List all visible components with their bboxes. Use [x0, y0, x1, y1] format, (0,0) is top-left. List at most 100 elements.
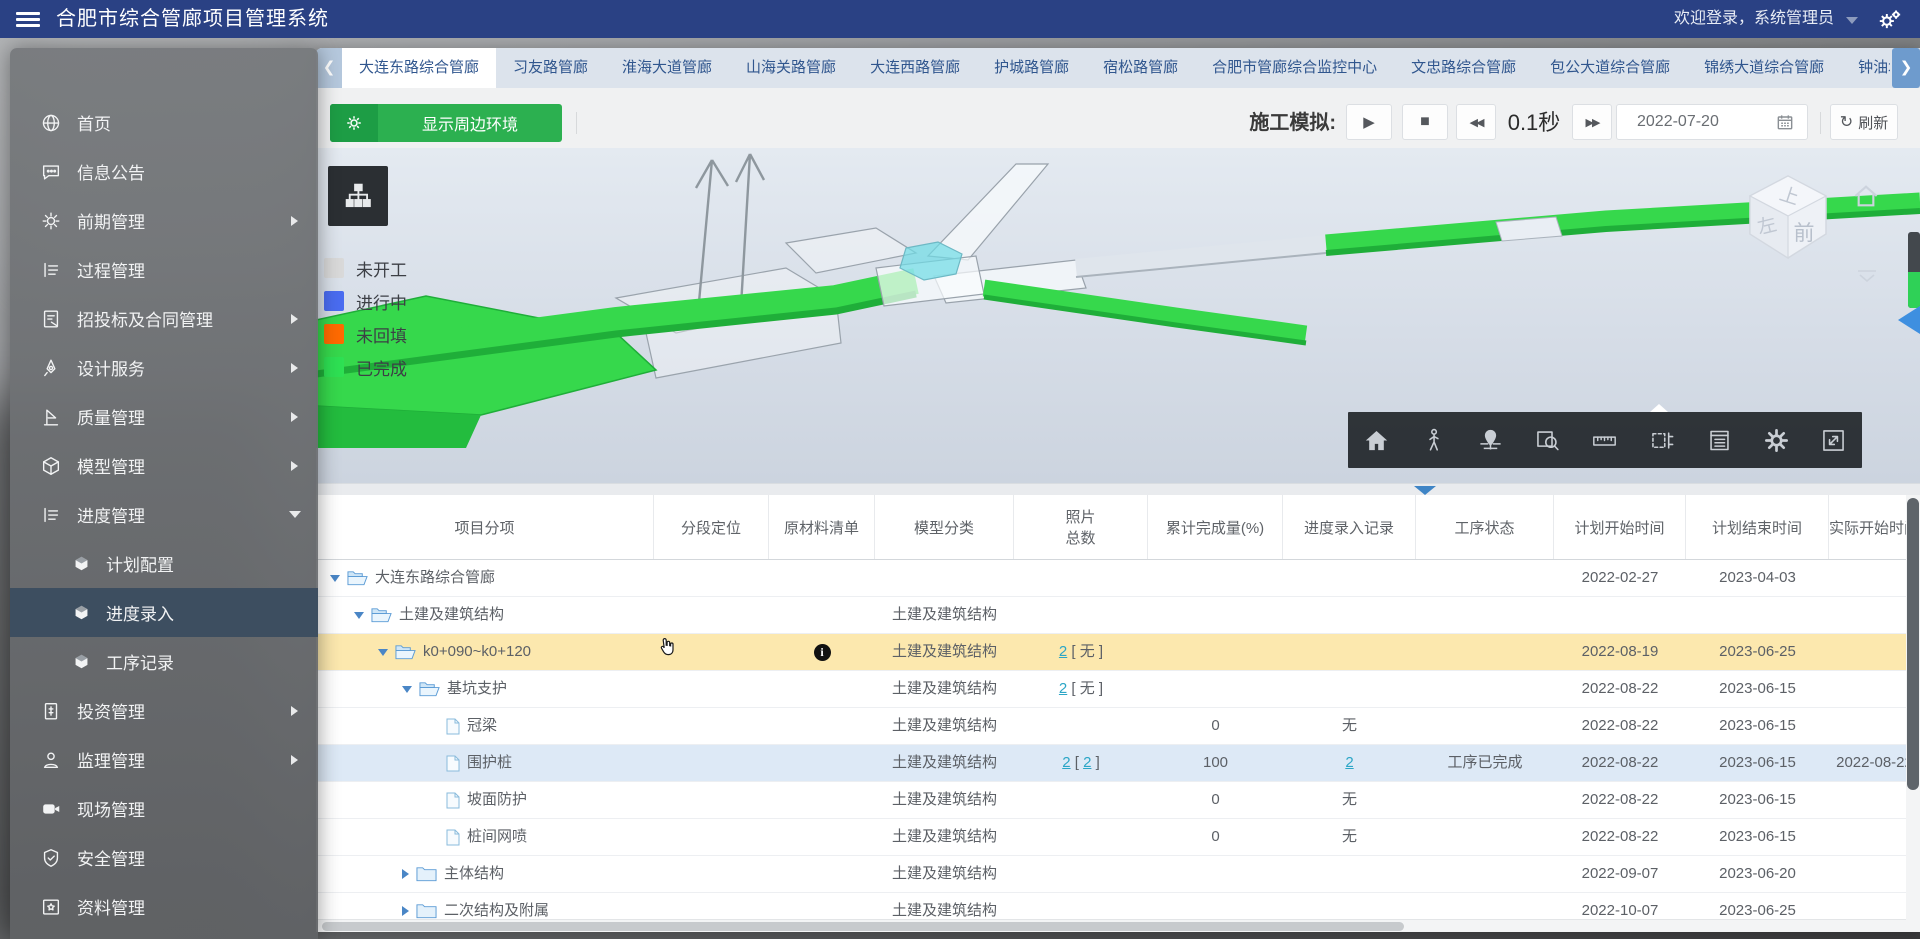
tabs-scroll-left-icon[interactable]: ❮: [316, 48, 342, 88]
records-link[interactable]: 2: [1345, 754, 1353, 771]
sidebar-subitem-进度录入[interactable]: 进度录入: [10, 588, 318, 637]
tab-宿松路管廊[interactable]: 宿松路管廊: [1086, 48, 1195, 88]
tab-文忠路综合管廊[interactable]: 文忠路综合管廊: [1394, 48, 1533, 88]
table-horizontal-scrollbar[interactable]: [316, 919, 1906, 932]
panel-list-icon[interactable]: [1706, 427, 1733, 454]
sidebar-item-现场管理[interactable]: 现场管理: [10, 784, 318, 833]
view-cube[interactable]: 上 左 前: [1738, 170, 1838, 270]
home-icon[interactable]: [1363, 427, 1390, 454]
table-row-围护桩[interactable]: 围护桩土建及建筑结构2 [ 2 ]1002工序已完成2022-08-222023…: [316, 745, 1920, 782]
table-row-主体结构[interactable]: 主体结构土建及建筑结构2022-09-072023-06-20: [316, 856, 1920, 893]
tab-合肥市管廊综合监控中心[interactable]: 合肥市管廊综合监控中心: [1195, 48, 1394, 88]
section-icon[interactable]: [1649, 427, 1676, 454]
stop-button[interactable]: ■: [1402, 104, 1448, 140]
viewport-table-splitter[interactable]: [316, 483, 1920, 495]
date-picker[interactable]: 2022-07-20: [1616, 104, 1808, 140]
sidebar-item-过程管理[interactable]: 过程管理: [10, 245, 318, 294]
tree-collapse-icon[interactable]: [330, 575, 340, 582]
info-icon[interactable]: i: [814, 644, 831, 661]
sidebar-item-label: 招投标及合同管理: [77, 306, 213, 331]
sidebar-subitem-工序记录[interactable]: 工序记录: [10, 637, 318, 686]
tree-expand-icon[interactable]: [402, 869, 409, 879]
settings-gear-icon[interactable]: [1876, 7, 1902, 33]
sidebar-item-模型管理[interactable]: 模型管理: [10, 441, 318, 490]
play-button[interactable]: ▶: [1346, 104, 1392, 140]
horizontal-scroll-thumb[interactable]: [322, 922, 1404, 931]
photo-count-text: [ 无 ]: [1067, 643, 1103, 660]
tab-锦绣大道综合管廊[interactable]: 锦绣大道综合管廊: [1687, 48, 1841, 88]
tabs-scroll-right-icon[interactable]: ❯: [1892, 48, 1920, 88]
user-dropdown-caret-icon[interactable]: [1846, 17, 1858, 24]
fullscreen-icon[interactable]: [1820, 427, 1847, 454]
sidebar-item-设计服务[interactable]: 设计服务: [10, 343, 318, 392]
sidebar-item-信息公告[interactable]: 信息公告: [10, 147, 318, 196]
item-label: 土建及建筑结构: [399, 597, 504, 633]
table-row-坡面防护[interactable]: 坡面防护土建及建筑结构0无2022-08-222023-06-15: [316, 782, 1920, 819]
tab-淮海大道管廊[interactable]: 淮海大道管廊: [605, 48, 729, 88]
settings-icon[interactable]: [1763, 427, 1790, 454]
divider: [1820, 112, 1821, 134]
table-row-k0+090~k0+120[interactable]: k0+090~k0+120i土建及建筑结构2 [ 无 ]2022-08-1920…: [316, 634, 1920, 671]
speed-up-button[interactable]: ▶▶: [1572, 104, 1612, 140]
photo-count-link[interactable]: 2: [1059, 643, 1067, 660]
project-tab-bar: ❮ 大连东路综合管廊习友路管廊淮海大道管廊山海关路管廊大连西路管廊护城路管廊宿松…: [316, 48, 1920, 88]
model-viewport[interactable]: 未开工进行中未回填已完成 上 左 前: [316, 148, 1920, 483]
refresh-button[interactable]: ↻ 刷新: [1830, 104, 1898, 140]
sidebar-item-进度管理[interactable]: 进度管理: [10, 490, 318, 539]
tree-collapse-icon[interactable]: [354, 612, 364, 619]
welcome-user-label[interactable]: 欢迎登录，系统管理员: [1674, 0, 1834, 38]
walk-icon[interactable]: [1420, 427, 1447, 454]
photo-count-link[interactable]: 2: [1062, 754, 1070, 771]
table-row-大连东路综合管廊[interactable]: 大连东路综合管廊2022-02-272023-04-03: [316, 560, 1920, 597]
edge-scrollbar[interactable]: [1908, 232, 1920, 308]
sidebar-item-label: 过程管理: [77, 257, 145, 282]
sidebar-item-质量管理[interactable]: 质量管理: [10, 392, 318, 441]
sidebar-item-label: 首页: [77, 110, 111, 135]
folder-closed-icon: [416, 866, 437, 882]
sidebar-item-招投标及合同管理[interactable]: 招投标及合同管理: [10, 294, 318, 343]
table-vertical-scrollbar[interactable]: [1906, 495, 1920, 932]
pin-icon[interactable]: [1477, 427, 1504, 454]
sidebar-item-首页[interactable]: 首页: [10, 98, 318, 147]
sidebar-item-label: 监理管理: [77, 747, 145, 772]
view-rotate-down-icon[interactable]: [1854, 268, 1880, 284]
sidebar-item-投资管理[interactable]: 投资管理: [10, 686, 318, 735]
show-environment-button[interactable]: 显示周边环境: [330, 104, 562, 142]
menu-toggle-icon[interactable]: [16, 9, 40, 29]
tree-collapse-icon[interactable]: [378, 649, 388, 656]
vertical-scroll-thumb[interactable]: [1907, 498, 1919, 790]
sidebar-item-前期管理[interactable]: 前期管理: [10, 196, 318, 245]
sidebar-item-安全管理[interactable]: 安全管理: [10, 833, 318, 882]
sidebar-item-label: 资料管理: [77, 894, 145, 919]
photo-count-link[interactable]: 2: [1059, 680, 1067, 697]
tab-钟油坊路综合管廊[interactable]: 钟油坊路综合管廊: [1841, 48, 1890, 88]
table-row-二次结构及附属[interactable]: 二次结构及附属土建及建筑结构2022-10-072023-06-25: [316, 893, 1920, 919]
photo-count-text: [: [1071, 754, 1084, 771]
model-tree-button[interactable]: [328, 166, 388, 226]
tab-山海关路管廊[interactable]: 山海关路管廊: [729, 48, 853, 88]
sidebar-item-资料管理[interactable]: 资料管理: [10, 882, 318, 931]
tab-习友路管廊[interactable]: 习友路管廊: [496, 48, 605, 88]
table-row-土建及建筑结构[interactable]: 土建及建筑结构土建及建筑结构: [316, 597, 1920, 634]
viewer-toolbar-expand-icon[interactable]: [1650, 404, 1668, 412]
doc-icon: [40, 308, 62, 330]
tab-包公大道综合管廊[interactable]: 包公大道综合管廊: [1533, 48, 1687, 88]
sidebar-subitem-计划配置[interactable]: 计划配置: [10, 539, 318, 588]
splitter-collapse-icon[interactable]: [1414, 486, 1436, 495]
zoom-box-icon[interactable]: [1534, 427, 1561, 454]
ruler-icon[interactable]: [1591, 427, 1618, 454]
view-home-icon[interactable]: [1850, 180, 1882, 212]
legend-label: 进行中: [356, 289, 407, 314]
sidebar-item-竣工档案管理[interactable]: 竣工档案管理: [10, 931, 318, 939]
speed-down-button[interactable]: ◀◀: [1456, 104, 1496, 140]
tab-护城路管廊[interactable]: 护城路管廊: [977, 48, 1086, 88]
tab-大连东路综合管廊[interactable]: 大连东路综合管廊: [342, 48, 496, 88]
table-row-桩间网喷[interactable]: 桩间网喷土建及建筑结构0无2022-08-222023-06-15: [316, 819, 1920, 856]
tree-expand-icon[interactable]: [402, 906, 409, 916]
table-row-冠梁[interactable]: 冠梁土建及建筑结构0无2022-08-222023-06-15: [316, 708, 1920, 745]
table-row-基坑支护[interactable]: 基坑支护土建及建筑结构2 [ 无 ]2022-08-222023-06-15: [316, 671, 1920, 708]
sidebar-item-监理管理[interactable]: 监理管理: [10, 735, 318, 784]
side-panel-collapse-icon[interactable]: [1898, 306, 1920, 334]
tree-collapse-icon[interactable]: [402, 686, 412, 693]
tab-大连西路管廊[interactable]: 大连西路管廊: [853, 48, 977, 88]
